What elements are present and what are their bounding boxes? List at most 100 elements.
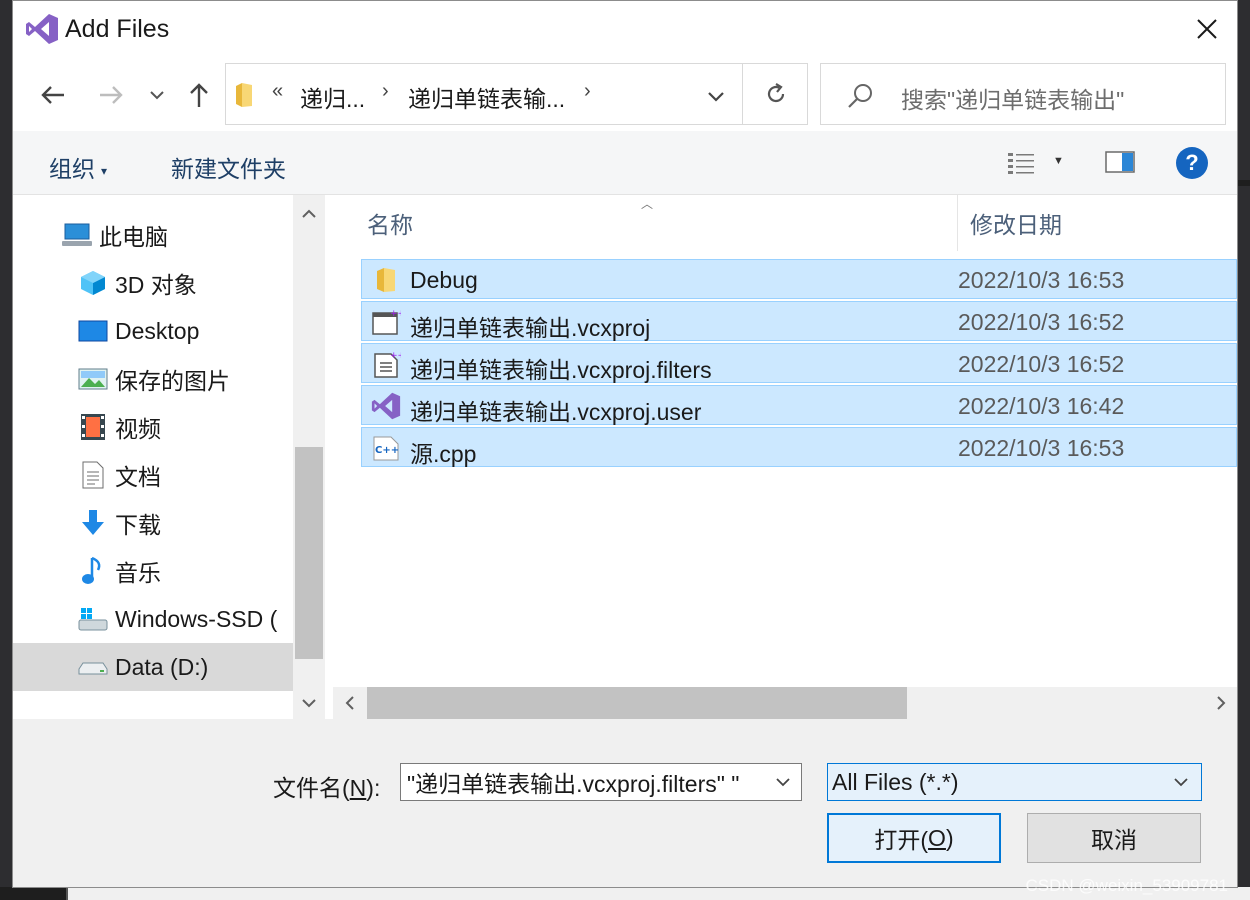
3d-objects-icon bbox=[77, 267, 109, 299]
nav-label: 保存的图片 bbox=[115, 368, 230, 394]
nav-desktop[interactable]: Desktop bbox=[13, 307, 293, 355]
drive-icon bbox=[77, 651, 109, 683]
vs-user-icon bbox=[370, 390, 402, 422]
search-box[interactable]: 搜索"递归单链表输出" bbox=[820, 63, 1226, 125]
nav-label: 下载 bbox=[115, 512, 161, 538]
cpp-icon: C++ bbox=[370, 432, 402, 464]
file-date: 2022/10/3 16:52 bbox=[958, 351, 1125, 377]
help-button[interactable]: ? bbox=[1176, 147, 1208, 179]
scroll-left-arrow[interactable] bbox=[333, 687, 365, 719]
file-name: 递归单链表输出.vcxproj.user bbox=[410, 399, 702, 425]
up-button[interactable] bbox=[183, 77, 215, 113]
nav-documents[interactable]: 文档 bbox=[13, 451, 293, 499]
scroll-up-arrow[interactable] bbox=[293, 197, 325, 229]
scroll-thumb[interactable] bbox=[295, 447, 323, 659]
view-options-icon[interactable] bbox=[1007, 151, 1037, 175]
filename-dropdown-button[interactable] bbox=[769, 768, 797, 796]
organize-menu[interactable]: 组织 ▾ bbox=[49, 150, 107, 184]
background-edge bbox=[1238, 0, 1250, 900]
music-icon bbox=[77, 555, 109, 587]
navigation-bar: « 递归... › 递归单链表输... › 搜索"递归单链表输出" bbox=[13, 57, 1237, 131]
chevron-down-icon bbox=[708, 91, 724, 102]
folder-icon bbox=[236, 83, 252, 107]
file-name: 递归单链表输出.vcxproj.filters bbox=[410, 357, 712, 383]
nav-vertical-scrollbar[interactable] bbox=[293, 195, 325, 719]
navigation-pane: 此电脑 3D 对象 Desktop 保存的图片 视频 文档 下载 音乐 Wind… bbox=[13, 195, 329, 719]
preview-pane-icon[interactable] bbox=[1105, 151, 1135, 173]
nav-label: Windows-SSD ( bbox=[115, 605, 278, 632]
open-button[interactable]: 打开(O) bbox=[827, 813, 1001, 863]
nav-label: 视频 bbox=[115, 416, 161, 442]
computer-icon bbox=[61, 219, 93, 251]
downloads-icon bbox=[77, 507, 109, 539]
scroll-right-arrow[interactable] bbox=[1205, 687, 1237, 719]
dialog-title: Add Files bbox=[65, 15, 170, 43]
column-header-date[interactable]: 修改日期 bbox=[957, 195, 1237, 251]
recent-locations-button[interactable] bbox=[141, 77, 173, 113]
address-dropdown-button[interactable] bbox=[701, 82, 731, 110]
breadcrumb-overflow[interactable]: « bbox=[272, 80, 283, 103]
svg-text:++: ++ bbox=[390, 351, 401, 361]
file-list-horizontal-scrollbar[interactable] bbox=[333, 687, 1237, 719]
close-button[interactable] bbox=[1177, 1, 1237, 57]
nav-label: Data (D:) bbox=[115, 653, 209, 680]
folder-icon bbox=[370, 264, 402, 296]
chevron-down-icon bbox=[776, 778, 790, 787]
file-row[interactable]: C++ 源.cpp 2022/10/3 16:53 bbox=[361, 427, 1237, 467]
documents-icon bbox=[77, 459, 109, 491]
organize-label: 组织 bbox=[49, 156, 95, 182]
view-dropdown-caret[interactable]: ▼ bbox=[1053, 155, 1064, 167]
file-list: ︿ 名称 修改日期 Debug 2022/10/3 16:53 ++ 递归单链表… bbox=[329, 195, 1237, 719]
breadcrumb-item[interactable]: 递归单链表输... bbox=[408, 80, 565, 114]
new-folder-button[interactable]: 新建文件夹 bbox=[171, 150, 286, 184]
scroll-thumb[interactable] bbox=[367, 687, 907, 719]
file-row[interactable]: ++ 递归单链表输出.vcxproj.filters 2022/10/3 16:… bbox=[361, 343, 1237, 383]
column-header-name[interactable]: 名称 bbox=[367, 195, 944, 251]
file-row[interactable]: ++ 递归单链表输出.vcxproj 2022/10/3 16:52 bbox=[361, 301, 1237, 341]
command-bar: 组织 ▾ 新建文件夹 ▼ ? bbox=[13, 131, 1237, 195]
file-type-select[interactable]: All Files (*.*) bbox=[827, 763, 1202, 801]
address-bar[interactable]: « 递归... › 递归单链表输... › bbox=[225, 63, 808, 125]
svg-text:++: ++ bbox=[390, 309, 401, 319]
file-type-dropdown-button[interactable] bbox=[1167, 768, 1195, 796]
pictures-icon bbox=[77, 363, 109, 395]
forward-button[interactable] bbox=[95, 77, 127, 113]
file-row[interactable]: Debug 2022/10/3 16:53 bbox=[361, 259, 1237, 299]
file-type-value: All Files (*.*) bbox=[832, 769, 959, 795]
close-icon bbox=[1197, 19, 1217, 39]
nav-videos[interactable]: 视频 bbox=[13, 403, 293, 451]
nav-windows-ssd[interactable]: Windows-SSD ( bbox=[13, 595, 293, 643]
up-arrow-icon bbox=[190, 83, 208, 107]
breadcrumb-separator[interactable]: › bbox=[382, 80, 389, 103]
breadcrumb-separator[interactable]: › bbox=[584, 80, 591, 103]
vcxproj-icon: ++ bbox=[370, 306, 402, 338]
breadcrumb-item[interactable]: 递归... bbox=[300, 80, 365, 114]
file-date: 2022/10/3 16:42 bbox=[958, 393, 1125, 419]
title-bar: Add Files bbox=[13, 1, 1237, 57]
scroll-down-arrow[interactable] bbox=[293, 687, 325, 719]
file-name: Debug bbox=[410, 267, 478, 293]
nav-3d-objects[interactable]: 3D 对象 bbox=[13, 259, 293, 307]
nav-data-drive[interactable]: Data (D:) bbox=[13, 643, 293, 691]
filename-input[interactable] bbox=[401, 764, 763, 800]
nav-downloads[interactable]: 下载 bbox=[13, 499, 293, 547]
desktop-icon bbox=[77, 315, 109, 347]
file-date: 2022/10/3 16:52 bbox=[958, 309, 1125, 335]
nav-music[interactable]: 音乐 bbox=[13, 547, 293, 595]
nav-pictures[interactable]: 保存的图片 bbox=[13, 355, 293, 403]
filters-icon: ++ bbox=[370, 348, 402, 380]
file-name: 递归单链表输出.vcxproj bbox=[410, 315, 651, 341]
file-row[interactable]: 递归单链表输出.vcxproj.user 2022/10/3 16:42 bbox=[361, 385, 1237, 425]
cancel-button[interactable]: 取消 bbox=[1027, 813, 1201, 863]
refresh-button[interactable] bbox=[742, 64, 808, 124]
search-icon bbox=[848, 84, 872, 108]
filename-combobox[interactable] bbox=[400, 763, 802, 801]
file-name: 源.cpp bbox=[410, 441, 477, 467]
svg-text:C++: C++ bbox=[375, 445, 399, 456]
nav-label: Desktop bbox=[115, 317, 200, 344]
videos-icon bbox=[77, 411, 109, 443]
nav-this-pc[interactable]: 此电脑 bbox=[13, 211, 293, 259]
back-button[interactable] bbox=[37, 77, 69, 113]
search-placeholder[interactable]: 搜索"递归单链表输出" bbox=[901, 81, 1124, 115]
visual-studio-icon bbox=[26, 14, 58, 44]
